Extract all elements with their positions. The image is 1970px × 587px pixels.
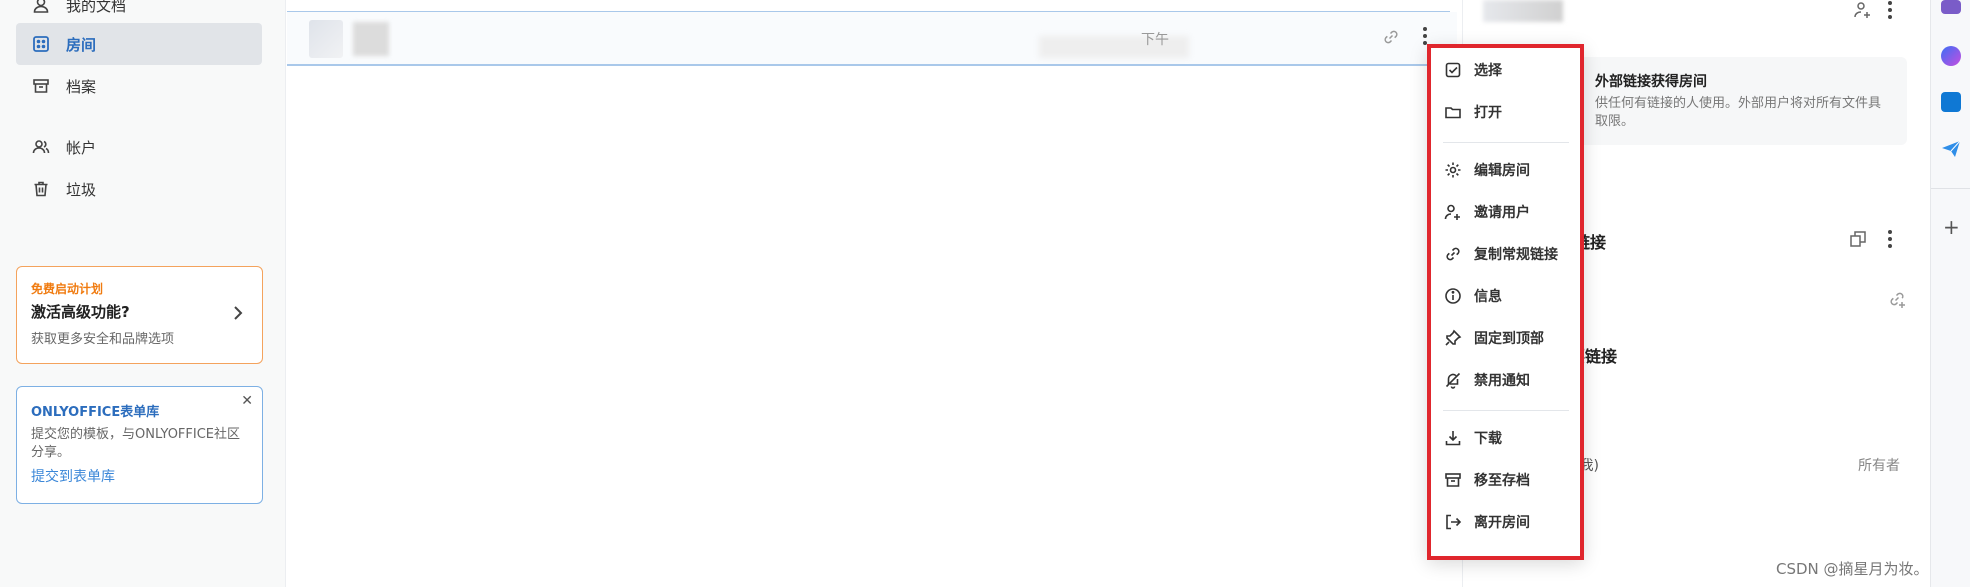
add-link-icon[interactable] <box>1887 289 1907 313</box>
modified-time: 下午 <box>1141 32 1169 48</box>
menu-item-label: 移至存档 <box>1474 473 1530 489</box>
menu-item-copy-link[interactable]: 复制常规链接 <box>1427 234 1584 274</box>
leave-icon <box>1443 512 1463 532</box>
sidebar-item-label: 帐户 <box>66 138 97 157</box>
left-sidebar: 我的文档 房间 档案 帐户 垃圾 免费启动计划 激活高级功能? 获取更多安全和品… <box>0 0 286 587</box>
menu-item-invite-users[interactable]: 邀请用户 <box>1427 192 1584 232</box>
sidebar-item-archive[interactable]: 档案 <box>16 65 262 107</box>
menu-item-info[interactable]: 信息 <box>1427 276 1584 316</box>
app-strip: + <box>1930 0 1970 587</box>
room-title-blurred <box>353 22 389 56</box>
room-avatar-blurred <box>1483 0 1563 22</box>
accounts-icon <box>30 136 52 158</box>
sidebar-item-rooms[interactable]: 房间 <box>16 23 262 65</box>
info-icon <box>1443 286 1463 306</box>
promo-tag: 免费启动计划 <box>31 282 104 296</box>
panel-top-actions <box>1853 0 1893 24</box>
menu-item-open[interactable]: 打开 <box>1427 92 1584 132</box>
archive-icon <box>30 75 52 97</box>
copy-icon[interactable] <box>1849 230 1867 252</box>
outlook-icon[interactable] <box>1941 92 1961 112</box>
menu-item-download[interactable]: 下载 <box>1427 418 1584 458</box>
close-icon[interactable]: ✕ <box>241 393 253 409</box>
menu-item-label: 禁用通知 <box>1474 373 1530 389</box>
form-gallery-description: 提交您的模板，与ONLYOFFICE社区分享。 <box>31 427 241 460</box>
free-plan-promo-card[interactable]: 免费启动计划 激活高级功能? 获取更多安全和品牌选项 <box>16 266 263 364</box>
menu-item-label: 离开房间 <box>1474 515 1530 531</box>
menu-item-label: 信息 <box>1474 289 1502 305</box>
add-user-icon <box>1443 202 1463 222</box>
add-user-icon[interactable] <box>1853 0 1873 24</box>
menu-item-label: 邀请用户 <box>1474 205 1530 221</box>
more-options-icon[interactable] <box>1887 229 1893 253</box>
sidebar-item-label: 我的文档 <box>66 0 127 15</box>
rooms-icon <box>30 33 52 55</box>
menu-separator <box>1443 410 1569 411</box>
copilot-icon[interactable] <box>1941 46 1961 66</box>
trash-icon <box>30 178 52 200</box>
add-icon[interactable]: + <box>1943 215 1960 239</box>
menu-item-label: 固定到顶部 <box>1474 331 1544 347</box>
menu-item-label: 编辑房间 <box>1474 163 1530 179</box>
bell-off-icon <box>1443 370 1463 390</box>
member-role: 所有者 <box>1858 458 1900 474</box>
archive-icon <box>1443 470 1463 490</box>
promo-description: 获取更多安全和品牌选项 <box>31 332 175 347</box>
menu-item-label: 选择 <box>1474 63 1502 79</box>
checkbox-icon <box>1443 60 1463 80</box>
sidebar-item-label: 档案 <box>66 77 97 96</box>
room-thumbnail <box>309 20 343 58</box>
menu-item-mute-notifications[interactable]: 禁用通知 <box>1427 360 1584 400</box>
gear-icon <box>1443 160 1463 180</box>
sidebar-item-accounts[interactable]: 帐户 <box>16 126 262 168</box>
menu-item-label: 下载 <box>1474 431 1502 447</box>
app-profile-icon[interactable] <box>1941 0 1961 14</box>
menu-item-pin-to-top[interactable]: 固定到顶部 <box>1427 318 1584 358</box>
menu-item-edit-room[interactable]: 编辑房间 <box>1427 150 1584 190</box>
form-gallery-title: ONLYOFFICE表单库 <box>31 405 160 420</box>
person-doc-icon <box>30 0 52 16</box>
link-icon <box>1443 244 1463 264</box>
menu-item-label: 打开 <box>1474 105 1502 121</box>
form-gallery-card: ✕ ONLYOFFICE表单库 提交您的模板，与ONLYOFFICE社区分享。 … <box>16 386 263 504</box>
strip-divider <box>1931 188 1970 189</box>
chevron-right-icon[interactable] <box>232 305 244 325</box>
link-icon[interactable] <box>1382 28 1400 50</box>
menu-separator <box>1443 142 1569 143</box>
context-menu: 选择 打开 编辑房间 邀请用户 复制常规链接 信息 固定到顶部 禁用通知 下载 … <box>1427 44 1584 560</box>
menu-item-leave-room[interactable]: 离开房间 <box>1427 502 1584 542</box>
watermark: CSDN @摘星月为妆。 <box>1776 560 1929 578</box>
pin-icon <box>1443 328 1463 348</box>
more-options-icon[interactable] <box>1887 0 1893 24</box>
download-icon <box>1443 428 1463 448</box>
menu-item-select[interactable]: 选择 <box>1427 50 1584 90</box>
table-row[interactable]: 下午 <box>287 12 1457 66</box>
submit-to-gallery-link[interactable]: 提交到表单库 <box>31 466 248 486</box>
folder-icon <box>1443 102 1463 122</box>
send-icon[interactable] <box>1941 140 1961 162</box>
menu-item-move-to-archive[interactable]: 移至存档 <box>1427 460 1584 500</box>
sidebar-item-label: 房间 <box>66 35 97 54</box>
sidebar-item-trash[interactable]: 垃圾 <box>16 168 262 210</box>
menu-item-label: 复制常规链接 <box>1474 247 1558 263</box>
sidebar-item-label: 垃圾 <box>66 180 97 199</box>
promo-title: 激活高级功能? <box>31 303 130 321</box>
